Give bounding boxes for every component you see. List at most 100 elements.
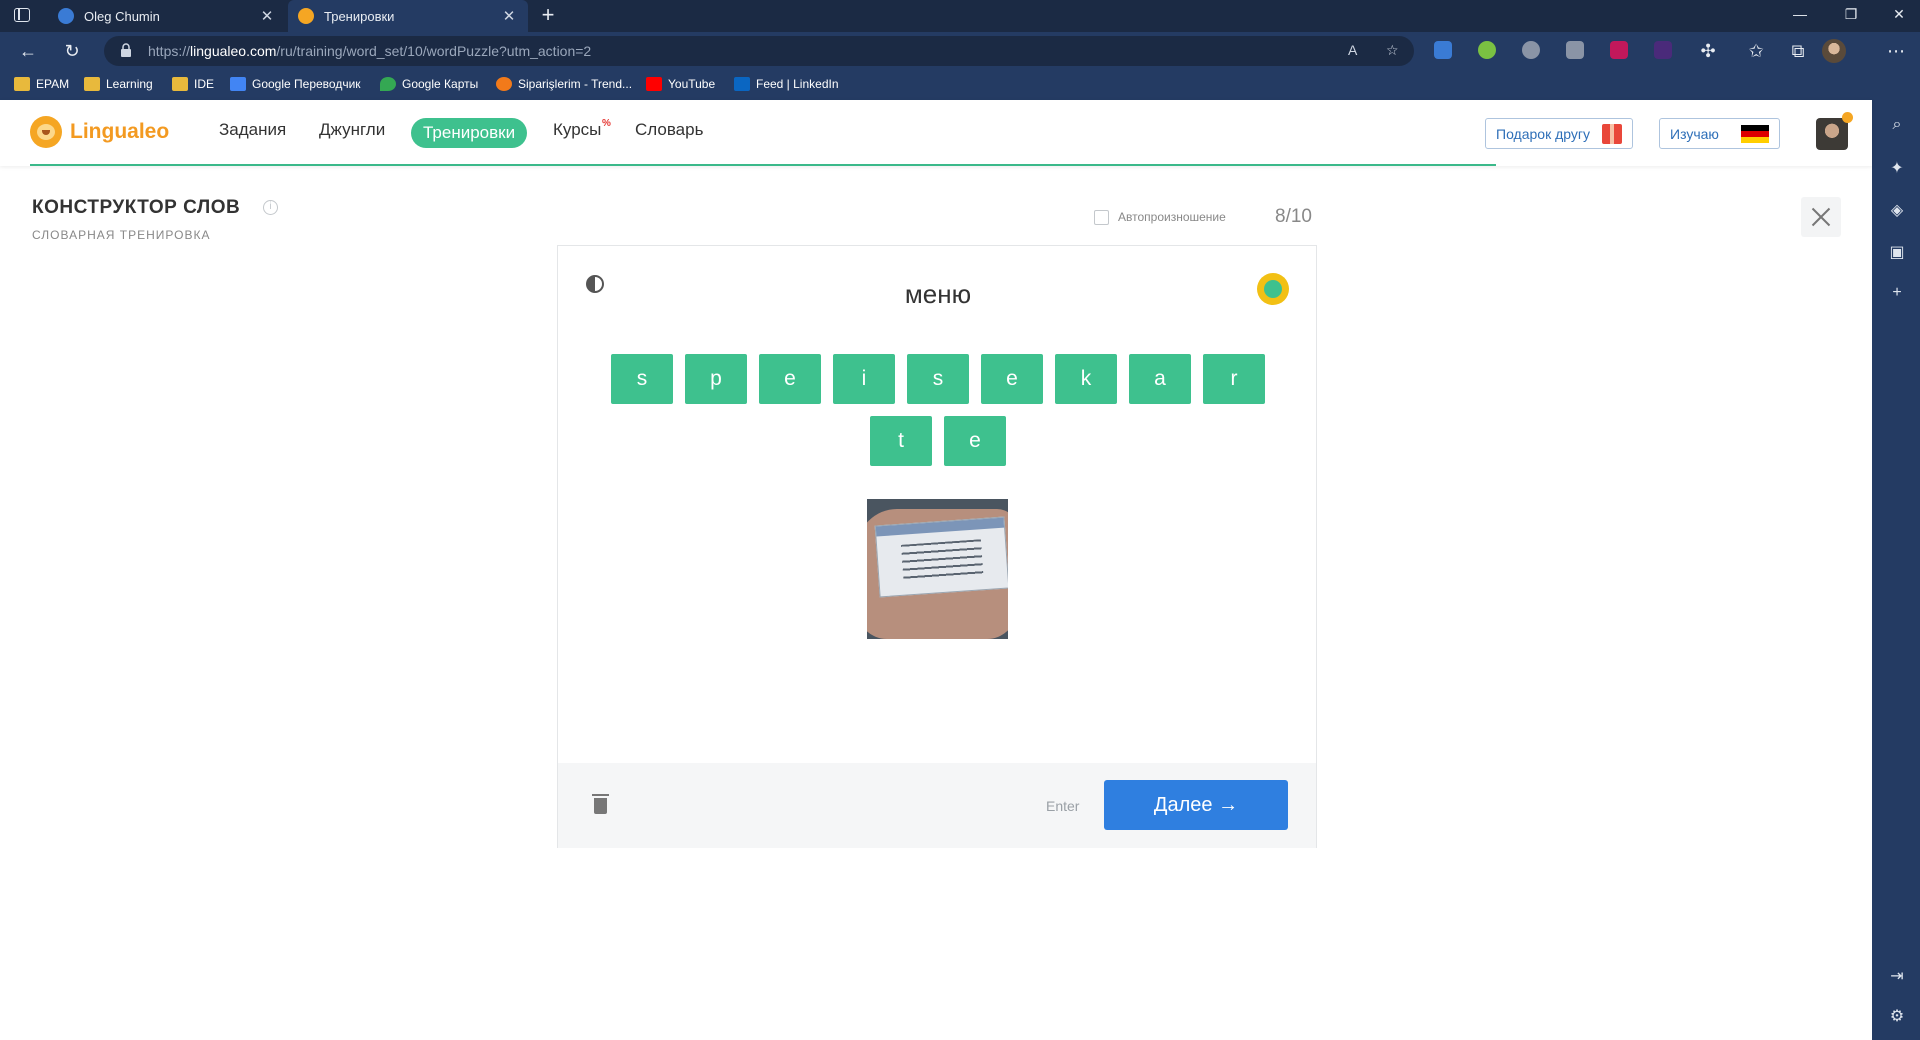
letter-tile[interactable]: r [1203,354,1265,404]
edge-sidebar: ⌕ ✦ ◈ ▣ + ⇥ ⚙ [1872,100,1920,1040]
letter-tile[interactable]: e [944,416,1006,466]
bookmark-linkedin[interactable]: Feed | LinkedIn [734,77,839,91]
gift-friend-label: Подарок другу [1496,125,1590,142]
premium-badge [1842,112,1853,123]
address-bar-row: ← ↻ https://lingualeo.com/ru/training/wo… [0,32,1920,70]
bookmark-youtube[interactable]: YouTube [646,77,715,91]
settings-icon[interactable]: ⚙ [1887,1006,1907,1026]
courses-discount-badge: % [602,118,611,129]
bookmark-google-maps[interactable]: Google Карты [380,77,478,91]
question-counter: 8/10 [1275,206,1312,227]
menu-tasks[interactable]: Задания [219,120,286,140]
lion-logo-icon [30,116,62,148]
extension-icon[interactable] [1654,41,1672,59]
back-icon[interactable]: ← [16,41,40,62]
tab-oleg-chumin[interactable]: Oleg Chumin ✕ [48,0,286,32]
read-aloud-icon[interactable]: A [1348,42,1357,58]
bookmarks-bar: EPAM Learning IDE Google Переводчик Goog… [0,70,1920,100]
menu-dictionary[interactable]: Словарь [635,120,703,140]
close-training-button[interactable] [1801,197,1841,237]
lingualeo-favicon-icon [298,8,314,24]
copilot-icon[interactable]: ✦ [1887,158,1907,178]
extension-icon[interactable] [1566,41,1584,59]
google-translate-icon [230,77,246,91]
more-menu-icon[interactable]: ⋯ [1884,41,1908,62]
favorites-bar-icon[interactable]: ✩ [1744,41,1768,62]
extensions-icon[interactable]: ✣ [1696,41,1720,62]
learning-label: Изучаю [1670,125,1719,142]
hint-icon[interactable] [1257,273,1289,305]
translate-extension-icon[interactable] [1434,41,1452,59]
enter-hint: Enter [1046,798,1080,814]
logo[interactable]: Lingualeo [30,116,169,148]
hide-sidebar-icon[interactable]: ⇥ [1887,966,1907,986]
close-window-icon[interactable]: ✕ [1884,6,1914,23]
letter-tile[interactable]: s [611,354,673,404]
close-tab-icon[interactable]: ✕ [258,7,276,25]
restore-icon[interactable]: ❐ [1836,6,1866,23]
letter-tile[interactable]: p [685,354,747,404]
folder-icon [84,77,100,91]
grammarly-extension-icon[interactable] [1478,41,1496,59]
bookmark-google-translate[interactable]: Google Переводчик [230,77,361,91]
close-tab-icon[interactable]: ✕ [500,7,518,25]
training-title: КОНСТРУКТОР СЛОВ [32,197,241,218]
letter-tile[interactable]: e [981,354,1043,404]
progress-line [30,164,1496,166]
favorite-icon[interactable]: ☆ [1386,42,1399,59]
tab-title: Oleg Chumin [84,8,160,24]
training-card: меню speisekarte Enter Далее → [557,245,1317,848]
extension-icon[interactable] [1610,41,1628,59]
linkedin-icon [734,77,750,91]
target-word: меню [904,279,972,309]
extension-icon[interactable] [1522,41,1540,59]
collections-icon[interactable]: ⧉ [1786,41,1810,62]
training-subtitle: СЛОВАРНАЯ ТРЕНИРОВКА [32,228,211,242]
trendyol-icon [496,77,512,91]
google-maps-icon [380,77,396,91]
tab-actions-icon[interactable] [14,8,30,22]
refresh-icon[interactable]: ↻ [60,41,84,62]
outlook-icon[interactable]: ▣ [1887,242,1907,262]
letter-tile[interactable]: a [1129,354,1191,404]
new-tab-icon[interactable]: + [534,2,562,28]
bookmark-ide[interactable]: IDE [172,77,214,91]
edge-favicon-icon [58,8,74,24]
games-icon[interactable]: ◈ [1887,200,1907,220]
page: Lingualeo Задания Джунгли Тренировки Кур… [0,100,1872,1040]
menu-training[interactable]: Тренировки [411,118,528,148]
learning-language-button[interactable]: Изучаю [1659,118,1780,149]
tab-bar: Oleg Chumin ✕ Тренировки ✕ + — ❐ ✕ [0,0,1920,32]
auto-pronounce-label[interactable]: Автопроизношение [1118,210,1226,224]
menu-jungle[interactable]: Джунгли [319,120,385,140]
letter-tiles: speisekarte [598,354,1278,466]
minimize-icon[interactable]: — [1785,6,1815,22]
folder-icon [172,77,188,91]
bookmark-learning[interactable]: Learning [84,77,153,91]
youtube-icon [646,77,662,91]
card-footer: Enter Далее → [558,763,1316,848]
tab-trenirovki[interactable]: Тренировки ✕ [288,0,528,32]
auto-pronounce-checkbox[interactable] [1094,210,1109,225]
url-text: https://lingualeo.com/ru/training/word_s… [148,43,592,59]
menu-courses[interactable]: Курсы [553,120,601,140]
letter-tile[interactable]: s [907,354,969,404]
flag-de-icon [1740,124,1769,143]
lock-icon[interactable] [120,43,132,57]
trash-icon[interactable] [592,794,609,814]
bookmark-trendyol[interactable]: Siparişlerim - Trend... [496,77,632,91]
letter-tile[interactable]: i [833,354,895,404]
letter-tile[interactable]: t [870,416,932,466]
gift-friend-button[interactable]: Подарок другу [1485,118,1633,149]
search-icon[interactable]: ⌕ [1887,116,1907,134]
next-button[interactable]: Далее → [1104,780,1288,830]
user-avatar[interactable] [1816,118,1848,150]
bookmark-epam[interactable]: EPAM [14,77,69,91]
url-field[interactable]: https://lingualeo.com/ru/training/word_s… [104,36,1414,66]
tab-title: Тренировки [324,8,395,24]
letter-tile[interactable]: e [759,354,821,404]
info-icon[interactable]: i [263,200,278,215]
letter-tile[interactable]: k [1055,354,1117,404]
add-icon[interactable]: + [1887,284,1907,302]
profile-avatar[interactable] [1822,39,1846,63]
